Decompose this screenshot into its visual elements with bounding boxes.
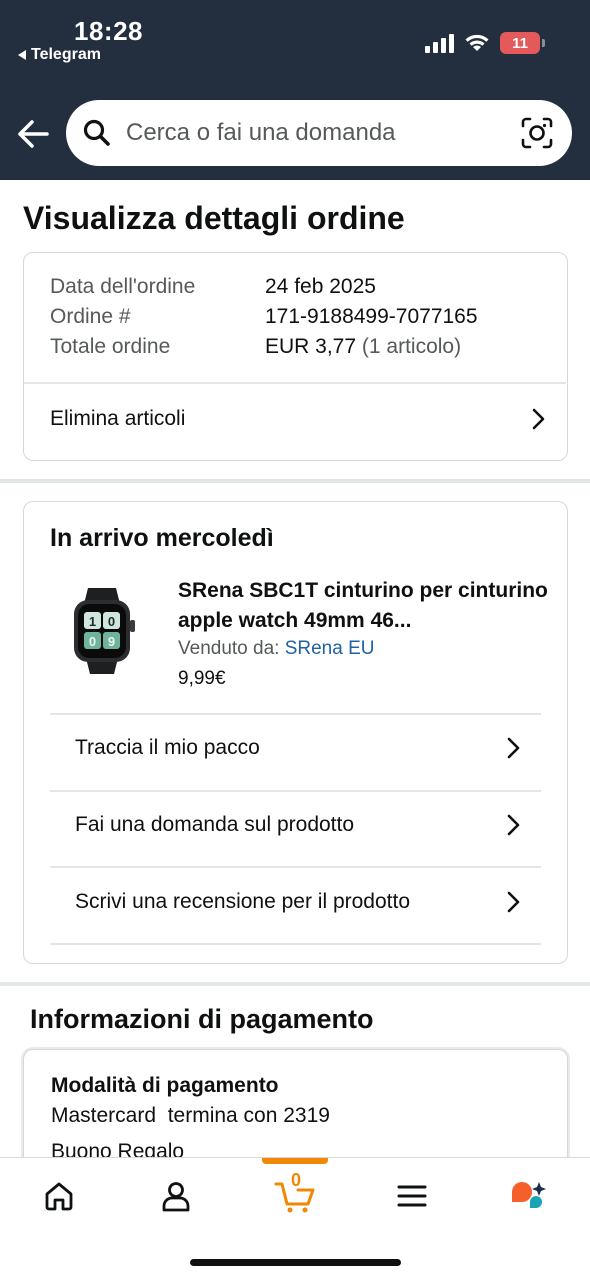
- seller-link[interactable]: SRena EU: [285, 638, 375, 659]
- order-date-value: 24 feb 2025: [265, 275, 376, 298]
- delete-items-row[interactable]: Elimina articoli: [50, 403, 546, 435]
- nav-home[interactable]: [39, 1176, 79, 1216]
- chevron-right-icon: [532, 408, 545, 430]
- menu-icon: [397, 1185, 427, 1207]
- camera-search-icon[interactable]: [520, 116, 554, 150]
- cellular-signal-icon: [425, 33, 454, 53]
- status-icons: 11: [425, 32, 545, 54]
- nav-menu[interactable]: [392, 1176, 432, 1216]
- write-review-label: Scrivi una recensione per il prodotto: [75, 890, 411, 913]
- order-date-label: Data dell'ordine: [50, 275, 196, 298]
- chevron-right-icon: [507, 814, 520, 836]
- delivery-status-title: In arrivo mercoledì: [50, 524, 274, 552]
- rufus-assistant-icon: [512, 1182, 546, 1208]
- payment-method-label: Modalità di pagamento: [51, 1074, 279, 1097]
- divider: [50, 866, 541, 868]
- ask-question-label: Fai una domanda sul prodotto: [75, 813, 355, 836]
- divider: [50, 713, 541, 715]
- order-total-amount: EUR 3,77: [265, 335, 357, 358]
- svg-text:0: 0: [89, 634, 96, 649]
- order-summary-card: Data dell'ordine 24 feb 2025 Ordine # 17…: [23, 252, 568, 461]
- nav-cart[interactable]: 0: [274, 1170, 318, 1216]
- account-icon: [162, 1182, 190, 1212]
- divider: [50, 943, 541, 945]
- home-icon: [45, 1182, 73, 1211]
- battery-icon: 11: [500, 32, 545, 54]
- shipment-card: In arrivo mercoledì 1 0 0 9 SRena SBC1T …: [23, 501, 568, 964]
- nav-account[interactable]: [156, 1176, 196, 1216]
- track-package-label: Traccia il mio pacco: [75, 736, 260, 759]
- ask-question-row[interactable]: Fai una domanda sul prodotto: [75, 809, 521, 841]
- write-review-row[interactable]: Scrivi una recensione per il prodotto: [75, 886, 521, 918]
- back-to-app-link[interactable]: Telegram: [18, 46, 101, 64]
- product-title[interactable]: SRena SBC1T cinturino per cinturino appl…: [178, 576, 548, 636]
- cart-count: 0: [290, 1170, 301, 1190]
- payment-method-value: Mastercard termina con 2319: [51, 1104, 330, 1127]
- delete-items-label: Elimina articoli: [50, 407, 186, 430]
- section-divider: [0, 982, 590, 986]
- svg-text:1: 1: [89, 614, 96, 629]
- page-title: Visualizza dettagli ordine: [23, 200, 405, 236]
- order-number-label: Ordine #: [50, 305, 131, 328]
- section-divider: [0, 479, 590, 483]
- sold-by-label: Venduto da:: [178, 638, 280, 659]
- svg-text:0: 0: [108, 614, 115, 629]
- search-bar[interactable]: Cerca o fai una domanda: [66, 100, 572, 166]
- chevron-right-icon: [507, 737, 520, 759]
- app-header: 18:28 Telegram 11 Cerca o fai una domand…: [0, 0, 590, 180]
- order-total-label: Totale ordine: [50, 335, 171, 358]
- track-package-row[interactable]: Traccia il mio pacco: [75, 732, 521, 764]
- search-icon: [83, 119, 110, 146]
- home-indicator[interactable]: [190, 1259, 401, 1266]
- order-number-value: 171-9188499-7077165: [265, 305, 478, 328]
- back-app-label: Telegram: [31, 46, 101, 63]
- wifi-icon: [465, 34, 489, 51]
- chevron-right-icon: [507, 891, 520, 913]
- divider: [50, 790, 541, 792]
- product-price: 9,99€: [178, 668, 226, 689]
- divider: [24, 382, 566, 384]
- back-triangle-icon: [18, 50, 26, 60]
- search-input[interactable]: Cerca o fai una domanda: [126, 119, 520, 147]
- payment-section-title: Informazioni di pagamento: [30, 1004, 374, 1034]
- back-arrow-icon[interactable]: [16, 116, 50, 152]
- order-total-value: EUR 3,77 (1 articolo): [265, 335, 461, 359]
- sold-by: Venduto da: SRena EU: [178, 638, 375, 660]
- svg-text:9: 9: [108, 634, 115, 649]
- active-tab-indicator: [262, 1158, 328, 1164]
- battery-level: 11: [512, 34, 528, 52]
- product-image[interactable]: 1 0 0 9: [64, 586, 140, 676]
- order-total-items: (1 articolo): [361, 335, 462, 358]
- status-time: 18:28: [74, 16, 143, 46]
- nav-rufus[interactable]: [508, 1176, 548, 1216]
